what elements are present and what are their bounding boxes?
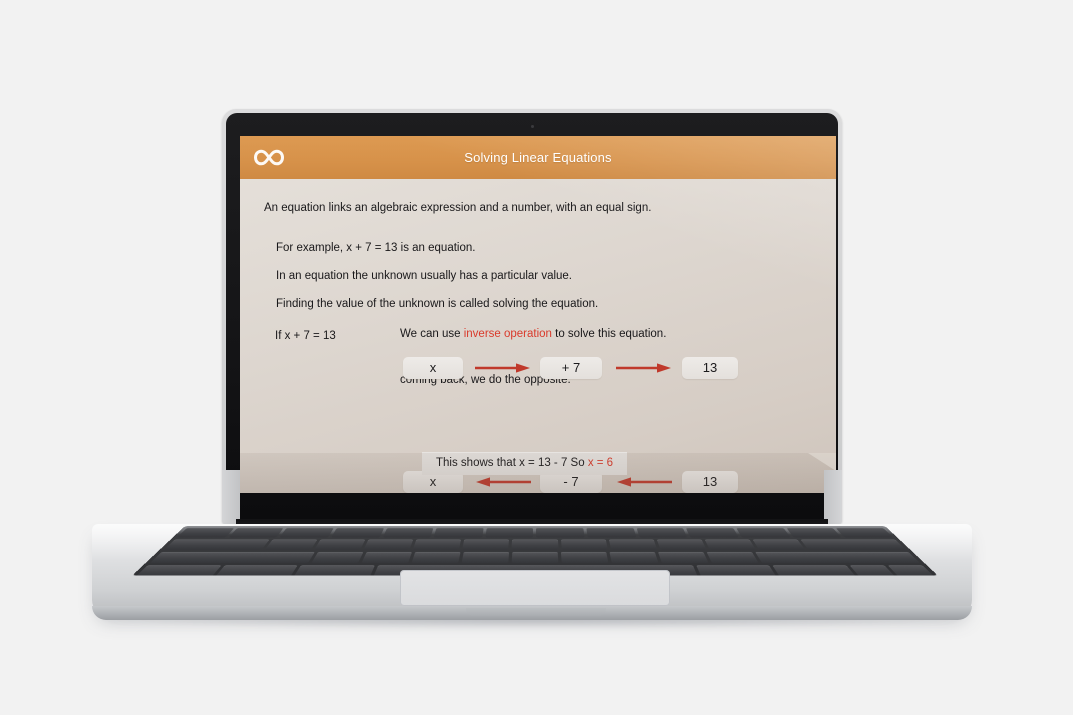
key	[657, 551, 709, 563]
key	[695, 565, 777, 576]
conclusion-banner: This shows that x = 13 - 7 So x = 6	[422, 452, 628, 475]
keyboard-rows	[132, 526, 938, 576]
paragraph-2: In an equation the unknown usually has a…	[276, 270, 573, 282]
forward-arrow-1-icon	[474, 363, 532, 373]
key	[176, 527, 234, 538]
key	[134, 565, 221, 576]
forward-intro-prefix: We can use	[400, 328, 464, 340]
slide-header: Solving Linear Equations	[240, 136, 836, 179]
key	[636, 527, 688, 538]
key	[264, 539, 318, 550]
laptop-screen: Solving Linear Equations An equation lin…	[240, 136, 836, 493]
key	[752, 539, 806, 550]
key	[411, 551, 461, 563]
screenshot-stage: Solving Linear Equations An equation lin…	[0, 0, 1073, 715]
lid-edge-right	[824, 470, 842, 524]
key	[313, 539, 366, 550]
key	[412, 539, 462, 550]
key	[800, 539, 907, 550]
webcam-icon	[531, 125, 534, 128]
if-condition-label: If x + 7 = 13	[275, 330, 336, 342]
keyboard-row	[149, 551, 921, 563]
forward-start-box: x	[403, 357, 463, 379]
key	[786, 527, 842, 538]
forward-operation-box: + 7	[540, 357, 602, 379]
conclusion-prefix: This shows that x = 13 - 7 So	[436, 457, 588, 469]
lid-edge-left	[222, 470, 240, 524]
key	[361, 551, 413, 563]
key	[706, 551, 759, 563]
laptop-keyboard	[132, 526, 938, 576]
key	[462, 539, 510, 550]
key	[485, 527, 534, 538]
key	[214, 565, 298, 576]
key	[511, 539, 559, 550]
key	[311, 551, 364, 563]
backward-arrow-1-icon	[474, 477, 532, 487]
forward-intro-suffix: to solve this equation.	[551, 328, 667, 340]
key	[433, 527, 484, 538]
key	[331, 527, 384, 538]
key	[293, 565, 375, 576]
laptop-mockup: Solving Linear Equations An equation lin…	[0, 0, 1073, 715]
slide-title: Solving Linear Equations	[464, 150, 612, 165]
key	[608, 539, 658, 550]
conclusion-answer: x = 6	[587, 457, 614, 469]
forward-flow-row: x + 7 13	[400, 357, 760, 381]
key	[511, 551, 559, 563]
key	[772, 565, 856, 576]
key	[363, 539, 414, 550]
key	[228, 527, 284, 538]
key	[704, 539, 757, 550]
keyboard-row	[163, 539, 907, 550]
key	[586, 527, 637, 538]
key	[461, 551, 510, 563]
screen-glare	[240, 136, 836, 493]
key	[536, 527, 585, 538]
solution-column: We can use inverse operation to solve th…	[400, 328, 820, 493]
backward-arrow-2-icon	[615, 477, 673, 487]
key	[686, 527, 739, 538]
key	[560, 551, 609, 563]
key	[560, 539, 608, 550]
key	[609, 551, 659, 563]
inverse-operation-highlight: inverse operation	[463, 328, 552, 340]
key	[754, 551, 921, 563]
paragraph-3: Finding the value of the unknown is call…	[276, 298, 599, 310]
key	[149, 551, 316, 563]
lead-text: An equation links an algebraic expressio…	[264, 202, 652, 214]
forward-arrow-2-icon	[615, 363, 673, 373]
base-notch	[466, 608, 606, 616]
forward-intro: We can use inverse operation to solve th…	[400, 328, 820, 340]
forward-result-box: 13	[682, 357, 738, 379]
key	[382, 527, 434, 538]
paragraph-1: For example, x + 7 = 13 is an equation.	[276, 242, 476, 254]
key	[163, 539, 270, 550]
key	[656, 539, 707, 550]
key	[836, 527, 894, 538]
key	[887, 565, 936, 576]
key	[279, 527, 334, 538]
infinity-icon	[251, 147, 287, 169]
key	[736, 527, 791, 538]
backward-result-box: 13	[682, 471, 738, 493]
keyboard-row	[176, 527, 894, 538]
laptop-trackpad	[400, 570, 670, 606]
